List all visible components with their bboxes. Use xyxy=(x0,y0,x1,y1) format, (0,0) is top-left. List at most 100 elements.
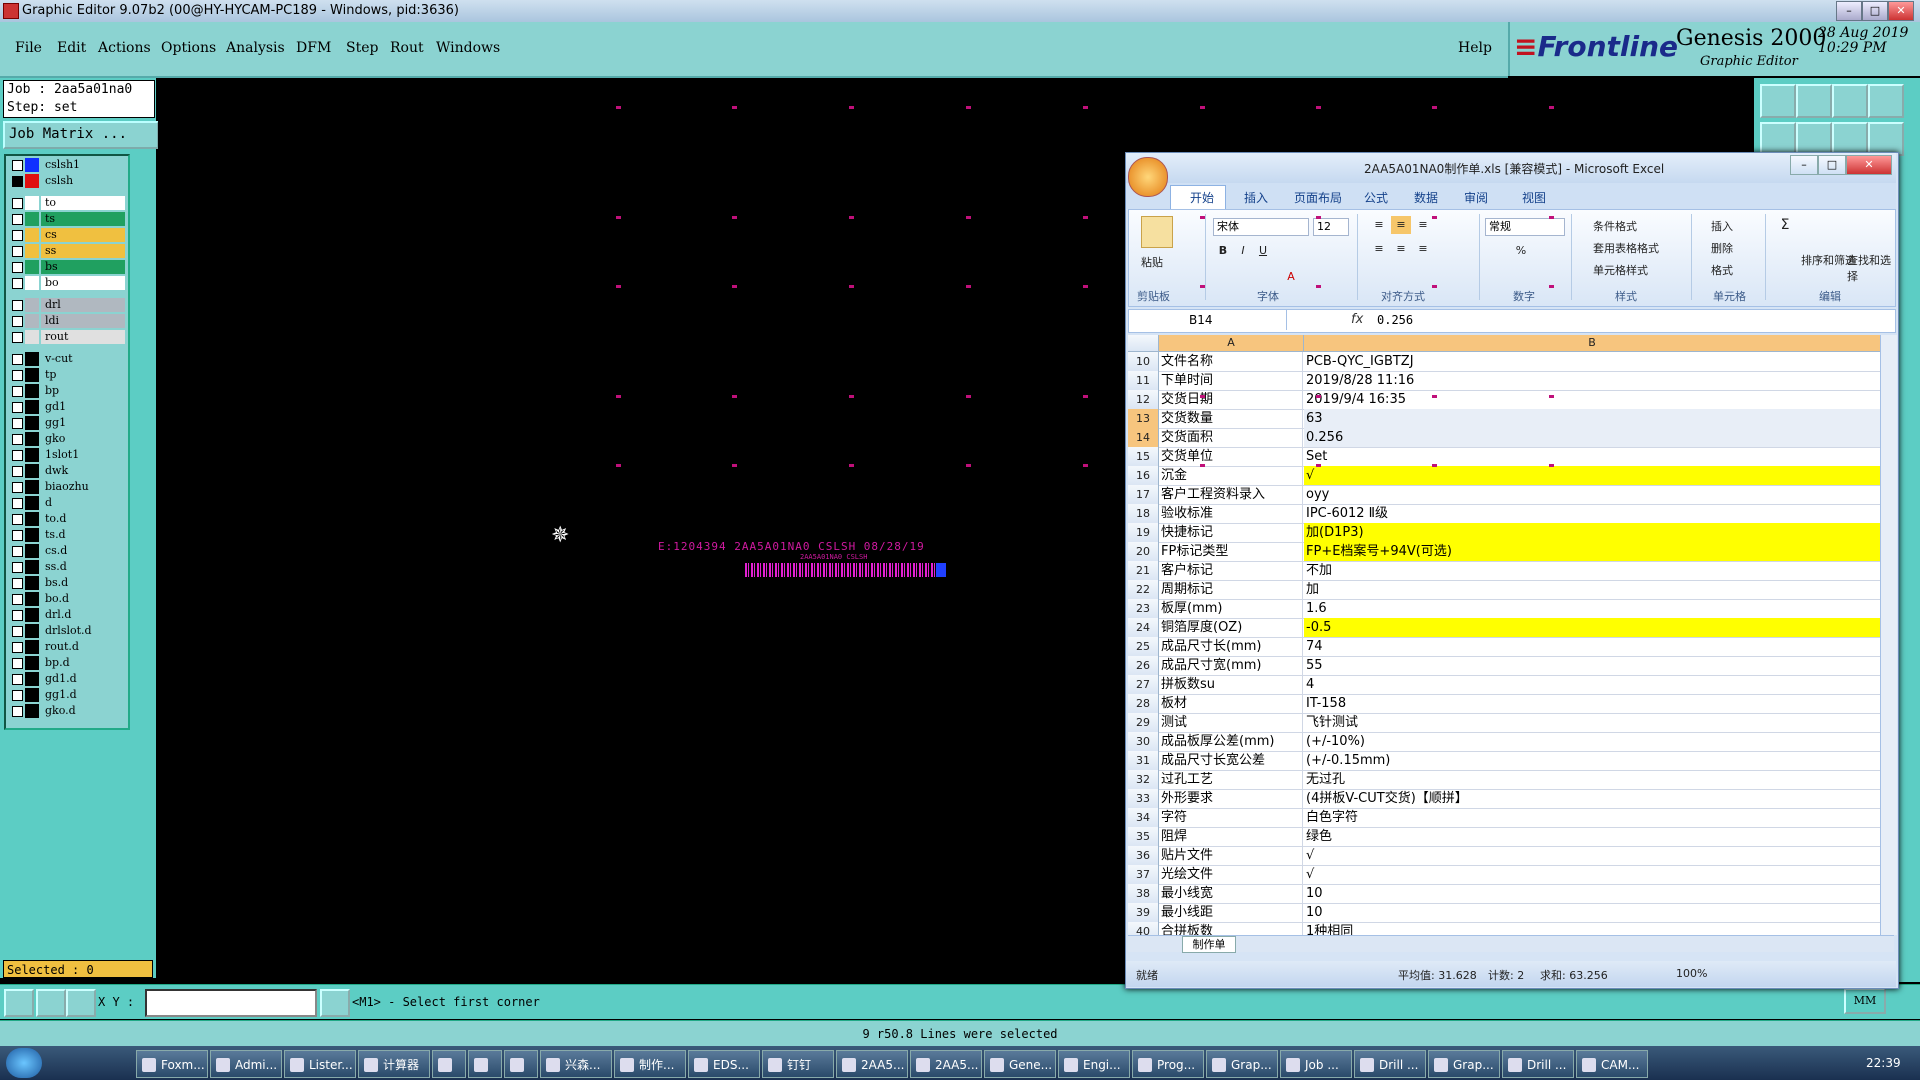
cell-b[interactable]: 无过孔 xyxy=(1304,770,1880,789)
row-header[interactable]: 27 xyxy=(1128,675,1159,694)
formula-input[interactable]: 0.256 xyxy=(1377,313,1413,327)
row-header[interactable]: 23 xyxy=(1128,599,1159,618)
layer-checkbox[interactable] xyxy=(12,300,23,311)
row-header[interactable]: 13 xyxy=(1128,409,1159,428)
menu-options[interactable]: Options xyxy=(161,40,216,56)
cell-b[interactable]: -0.5 xyxy=(1304,618,1880,637)
row-header[interactable]: 28 xyxy=(1128,694,1159,713)
menu-actions[interactable]: Actions xyxy=(98,40,151,56)
taskbar-button[interactable]: Prog... xyxy=(1132,1050,1204,1078)
ribbon-tab-6[interactable]: 视图 xyxy=(1522,189,1546,206)
snap-icon[interactable] xyxy=(4,989,34,1017)
cell-a[interactable]: 文件名称 xyxy=(1159,352,1303,371)
cell-a[interactable]: 成品尺寸长(mm) xyxy=(1159,637,1303,656)
paste-icon[interactable] xyxy=(1141,216,1173,248)
font-size-select[interactable]: 12 xyxy=(1313,218,1349,236)
column-header-a[interactable]: A xyxy=(1159,335,1304,351)
fx-icon[interactable]: fx xyxy=(1351,312,1363,327)
layer-row[interactable]: gg1.d xyxy=(8,688,126,702)
cell-a[interactable]: 铜箔厚度(OZ) xyxy=(1159,618,1303,637)
taskbar-button[interactable] xyxy=(468,1050,502,1078)
row-header[interactable]: 16 xyxy=(1128,466,1159,485)
layer-row[interactable]: to xyxy=(8,196,126,210)
cell-a[interactable]: 拼板数su xyxy=(1159,675,1303,694)
spreadsheet-grid[interactable]: A B 10 文件名称 PCB-QYC_IGBTZJ 11 下单时间 2019/8/28 … xyxy=(1128,335,1880,935)
layer-row[interactable]: gko.d xyxy=(8,704,126,718)
grid-icon[interactable] xyxy=(66,989,96,1017)
cell-b[interactable]: 1种相同 xyxy=(1304,922,1880,935)
cell-b[interactable]: √ xyxy=(1304,466,1880,485)
layer-checkbox[interactable] xyxy=(12,370,23,381)
taskbar-button[interactable]: Foxm... xyxy=(136,1050,208,1078)
cell-a[interactable]: 沉金 xyxy=(1159,466,1303,485)
conditional-format-button[interactable]: 条件格式 xyxy=(1593,218,1637,234)
cell-a[interactable]: 客户标记 xyxy=(1159,561,1303,580)
cell-a[interactable]: 下单时间 xyxy=(1159,371,1303,390)
layer-checkbox[interactable] xyxy=(12,434,23,445)
row-header[interactable]: 40 xyxy=(1128,922,1159,935)
layer-checkbox[interactable] xyxy=(12,658,23,669)
insert-cells-button[interactable]: 插入 xyxy=(1711,218,1733,234)
cell-b[interactable]: 加(D1P3) xyxy=(1304,523,1880,542)
layer-checkbox[interactable] xyxy=(12,610,23,621)
cell-a[interactable]: 成品尺寸长宽公差 xyxy=(1159,751,1303,770)
layer-checkbox[interactable] xyxy=(12,690,23,701)
layer-checkbox[interactable] xyxy=(12,386,23,397)
layer-checkbox[interactable] xyxy=(12,530,23,541)
taskbar-button[interactable]: Job ... xyxy=(1280,1050,1352,1078)
row-header[interactable]: 11 xyxy=(1128,371,1159,390)
layer-row[interactable]: to.d xyxy=(8,512,126,526)
cell-b[interactable]: IPC-6012 Ⅱ级 xyxy=(1304,504,1880,523)
cell-b[interactable]: √ xyxy=(1304,865,1880,884)
cell-b[interactable]: 55 xyxy=(1304,656,1880,675)
align-left-icon[interactable]: ≡ xyxy=(1369,240,1389,258)
table-format-button[interactable]: 套用表格格式 xyxy=(1593,240,1659,256)
cell-a[interactable]: 客户工程资料录入 xyxy=(1159,485,1303,504)
layer-row[interactable]: rout.d xyxy=(8,640,126,654)
menu-help[interactable]: Help xyxy=(1458,40,1492,56)
row-header[interactable]: 32 xyxy=(1128,770,1159,789)
row-header[interactable]: 19 xyxy=(1128,523,1159,542)
cell-a[interactable]: 光绘文件 xyxy=(1159,865,1303,884)
align-right-icon[interactable]: ≡ xyxy=(1413,240,1433,258)
office-button[interactable] xyxy=(1128,157,1168,197)
cell-b[interactable]: 飞针测试 xyxy=(1304,713,1880,732)
layer-checkbox[interactable] xyxy=(12,230,23,241)
ribbon-tab-2[interactable]: 页面布局 xyxy=(1294,189,1342,206)
cell-a[interactable]: 字符 xyxy=(1159,808,1303,827)
layer-checkbox[interactable] xyxy=(12,498,23,509)
layer-row[interactable]: bo xyxy=(8,276,126,290)
row-header[interactable]: 30 xyxy=(1128,732,1159,751)
row-header[interactable]: 15 xyxy=(1128,447,1159,466)
vertical-scrollbar[interactable] xyxy=(1880,335,1897,935)
layer-checkbox[interactable] xyxy=(12,160,23,171)
row-header[interactable]: 37 xyxy=(1128,865,1159,884)
layer-row[interactable]: bs xyxy=(8,260,126,274)
layer-row[interactable]: bo.d xyxy=(8,592,126,606)
taskbar-button[interactable]: 2AA5... xyxy=(910,1050,982,1078)
menu-windows[interactable]: Windows xyxy=(436,40,500,56)
row-header[interactable]: 24 xyxy=(1128,618,1159,637)
layer-row[interactable]: drl.d xyxy=(8,608,126,622)
row-header[interactable]: 33 xyxy=(1128,789,1159,808)
cell-b[interactable]: PCB-QYC_IGBTZJ xyxy=(1304,352,1880,371)
zoom-level[interactable]: 100% xyxy=(1676,967,1707,980)
cell-style-button[interactable]: 单元格样式 xyxy=(1593,262,1648,278)
taskbar-button[interactable]: 计算器 xyxy=(358,1050,430,1078)
sheet-tab[interactable]: 制作单 xyxy=(1182,936,1236,953)
cell-b[interactable]: 10 xyxy=(1304,903,1880,922)
layer-checkbox[interactable] xyxy=(12,674,23,685)
menu-edit[interactable]: Edit xyxy=(57,40,86,56)
info-icon[interactable] xyxy=(320,989,350,1017)
layer-row[interactable]: d xyxy=(8,496,126,510)
sum-icon[interactable]: Σ xyxy=(1775,216,1795,234)
cell-b[interactable]: 63 xyxy=(1304,409,1880,428)
ribbon-tab-3[interactable]: 公式 xyxy=(1364,189,1388,206)
layer-row[interactable]: bs.d xyxy=(8,576,126,590)
cell-a[interactable]: FP标记类型 xyxy=(1159,542,1303,561)
layer-checkbox[interactable] xyxy=(12,546,23,557)
tool-zoom-icon[interactable] xyxy=(1832,122,1868,156)
layer-checkbox[interactable] xyxy=(12,482,23,493)
paste-label[interactable]: 粘贴 xyxy=(1141,254,1163,270)
excel-minimize-button[interactable]: – xyxy=(1790,155,1818,175)
